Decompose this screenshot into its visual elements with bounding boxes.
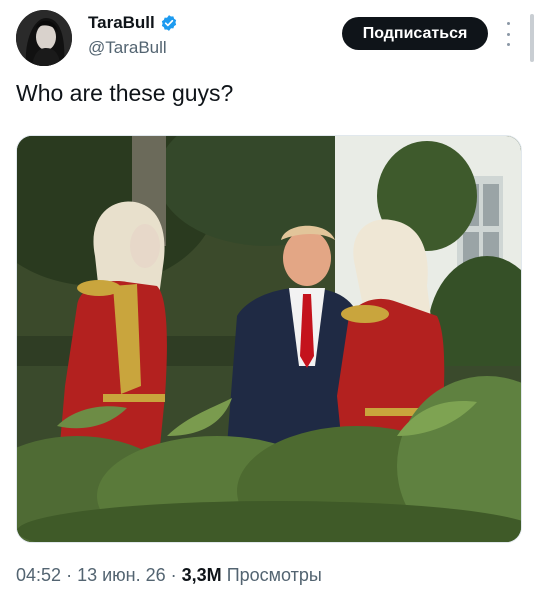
author-handle[interactable]: @TaraBull (88, 38, 167, 58)
more-options-icon[interactable] (500, 22, 516, 46)
tweet-time[interactable]: 04:52 (16, 565, 61, 585)
views-label: Просмотры (226, 565, 322, 585)
author-name-row: TaraBull (88, 13, 178, 33)
author-display-name[interactable]: TaraBull (88, 13, 155, 33)
meta-separator: · (66, 565, 73, 585)
avatar-image (16, 10, 72, 66)
verified-badge-icon (160, 14, 178, 32)
scrollbar[interactable] (530, 14, 534, 62)
follow-button[interactable]: Подписаться (342, 17, 488, 50)
tweet-media-image[interactable] (16, 135, 522, 543)
tweet-meta: 04:52 · 13 июн. 26 · 3,3M Просмотры (16, 565, 322, 586)
meta-separator: · (170, 565, 177, 585)
views-count: 3,3M (181, 565, 222, 585)
tweet-header: TaraBull @TaraBull Подписаться (0, 0, 536, 76)
photo-garden-scene (17, 136, 521, 542)
tweet-date[interactable]: 13 июн. 26 (77, 565, 166, 585)
avatar[interactable] (16, 10, 72, 66)
tweet-text: Who are these guys? (16, 80, 234, 106)
